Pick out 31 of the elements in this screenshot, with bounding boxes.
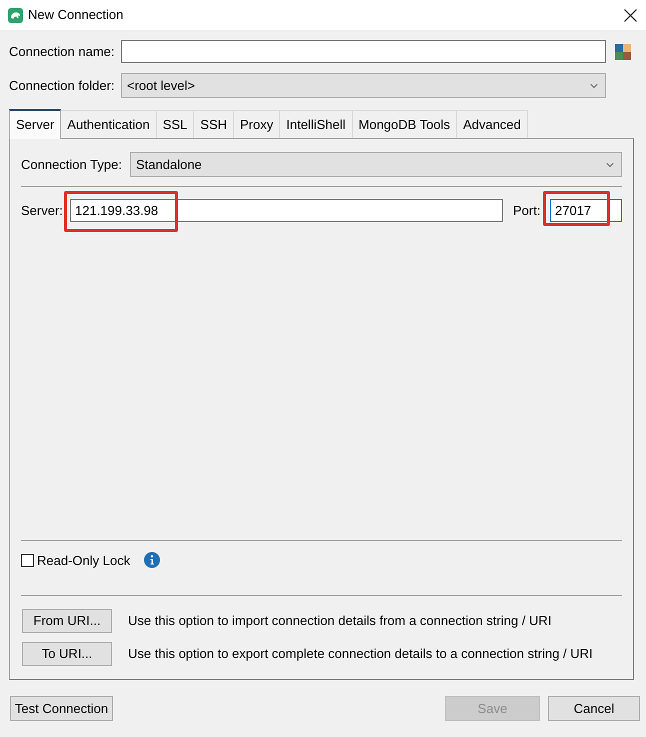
tab[interactable]: Advanced [457,110,528,138]
tab[interactable]: MongoDB Tools [352,110,458,138]
description-text: Use this option to import connection details from a connection string / URI [128,612,552,630]
tab[interactable]: Authentication [61,110,157,138]
color-picker-icon[interactable] [615,44,631,60]
uri-button[interactable]: To URI... [22,642,112,666]
checkbox[interactable] [21,554,34,567]
checkbox-label: Read-Only Lock [37,552,130,570]
field-label: Connection folder: [9,76,116,95]
field-label: Connection Type: [21,156,123,174]
server-input-field[interactable]: 121.199.33.98 [70,199,503,222]
tab[interactable]: SSL [156,110,194,138]
cancel-button[interactable]: Cancel [548,696,640,721]
close-icon[interactable] [624,8,637,22]
field-label: Connection name: [9,42,116,61]
tab[interactable]: IntelliShell [280,110,353,138]
uri-button[interactable]: From URI... [22,609,112,633]
test-connection-button[interactable]: Test Connection [10,696,113,721]
connection-type-dropdown[interactable]: Standalone [130,152,622,177]
window-title: New Connection [28,6,124,24]
tab[interactable]: Server [9,109,62,139]
field-label: Port: [513,202,542,220]
description-text: Use this option to export complete connection details to a connection string / URI [128,645,593,664]
tab[interactable]: SSH [194,110,234,138]
port-input-field[interactable]: 27017 [550,199,622,222]
app-icon [8,8,23,22]
tab[interactable]: Proxy [234,110,280,138]
field-label: Server: [21,202,64,220]
name-input-field[interactable] [121,40,606,63]
folder-dropdown[interactable]: <root level> [121,73,606,98]
info-icon[interactable] [144,552,160,568]
